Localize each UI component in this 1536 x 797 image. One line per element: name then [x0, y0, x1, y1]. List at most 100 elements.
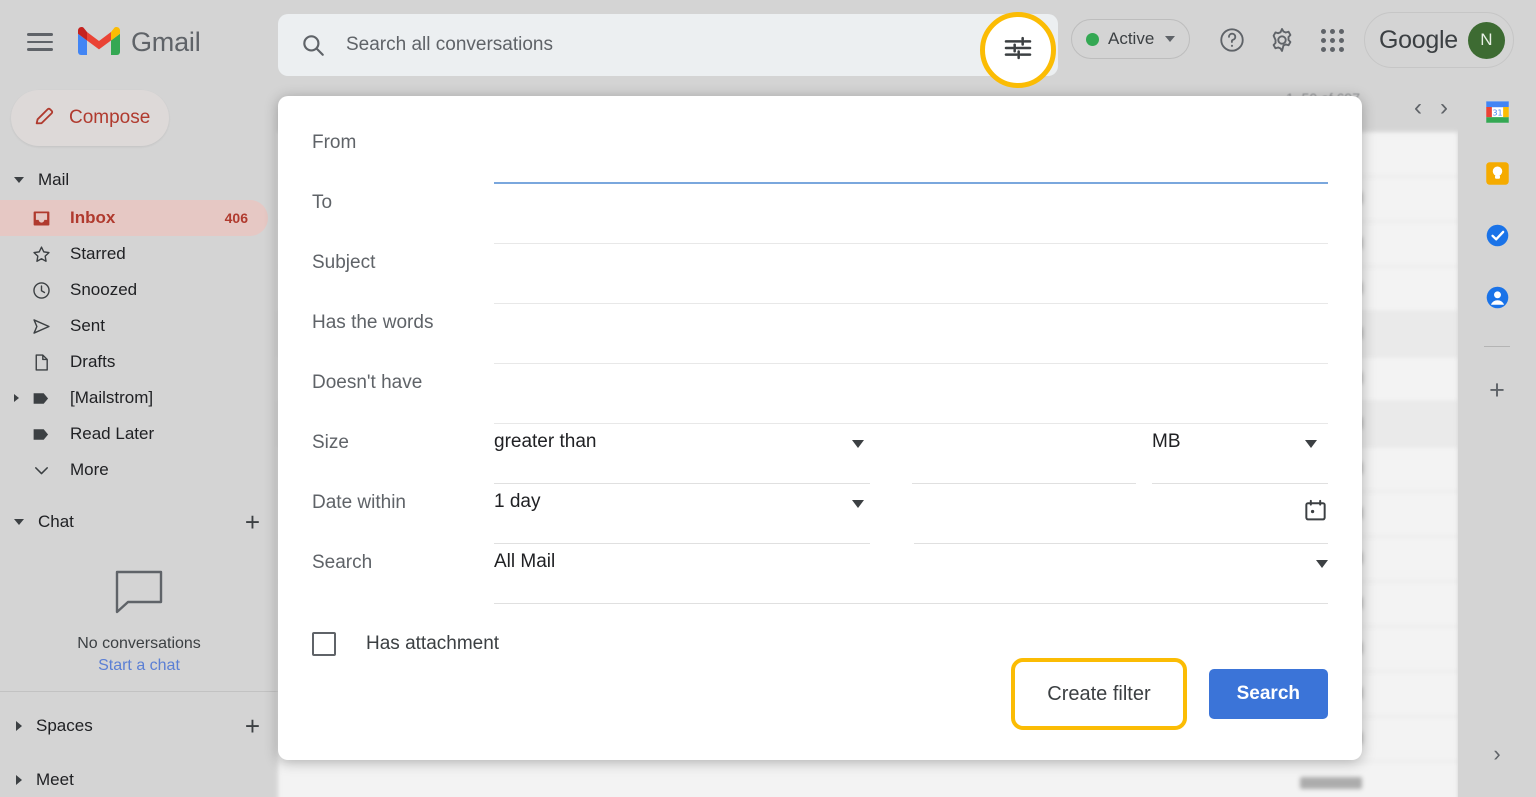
- field-row-doesnt-have: Doesn't have: [278, 364, 1362, 424]
- has-attachment-row[interactable]: Has attachment: [278, 632, 1362, 656]
- sidebar-item-starred[interactable]: Starred: [0, 236, 268, 272]
- has-attachment-checkbox[interactable]: [312, 632, 336, 656]
- compose-label: Compose: [69, 107, 150, 129]
- status-label: Active: [1108, 29, 1154, 49]
- sidebar-item-mailstrom[interactable]: [Mailstrom]: [0, 380, 268, 416]
- sidebar-divider: [0, 691, 278, 692]
- create-filter-button[interactable]: Create filter: [1019, 666, 1178, 722]
- chat-empty-title: No conversations: [0, 635, 278, 653]
- pencil-icon: [11, 105, 55, 132]
- search-scope-select[interactable]: All Mail: [494, 544, 555, 573]
- right-rail: 31 + ›: [1458, 84, 1536, 797]
- google-account-pill[interactable]: Google N: [1364, 12, 1514, 68]
- help-circle-icon[interactable]: [1214, 22, 1250, 58]
- hamburger-icon[interactable]: [16, 18, 64, 66]
- field-label-size: Size: [278, 424, 460, 454]
- caret-right-icon: [16, 775, 22, 785]
- sidebar-section-meet-label: Meet: [36, 770, 74, 790]
- search-options-dialog: From To Subject Has the words Doesn': [278, 96, 1362, 760]
- expand-panel-chevron-right-icon[interactable]: ›: [1493, 741, 1500, 767]
- avatar[interactable]: N: [1468, 22, 1505, 59]
- sidebar-section-meet[interactable]: Meet: [0, 760, 278, 797]
- calendar-icon[interactable]: [1303, 498, 1328, 528]
- add-app-plus-icon[interactable]: +: [1489, 377, 1505, 404]
- field-row-search-scope: Search All Mail: [278, 544, 1362, 604]
- field-row-subject: Subject: [278, 244, 1362, 304]
- field-label-search: Search: [278, 544, 460, 574]
- sidebar-item-sent[interactable]: Sent: [0, 308, 268, 344]
- apps-grid-dots: [1321, 29, 1344, 52]
- status-dot-icon: [1086, 33, 1099, 46]
- star-icon: [30, 243, 52, 265]
- sidebar-item-drafts[interactable]: Drafts: [0, 344, 268, 380]
- sidebar-item-snoozed[interactable]: Snoozed: [0, 272, 268, 308]
- chevron-left-icon[interactable]: ‹: [1414, 94, 1422, 122]
- caret-right-icon[interactable]: [14, 394, 19, 402]
- field-row-size: Size greater than MB: [278, 424, 1362, 484]
- field-label-has-the-words: Has the words: [278, 304, 460, 334]
- caret-down-icon[interactable]: [1316, 560, 1328, 568]
- search-bar[interactable]: Search all conversations: [278, 14, 1058, 76]
- sidebar-item-label: [Mailstrom]: [70, 388, 153, 408]
- sidebar-item-label: Drafts: [70, 352, 115, 372]
- clock-icon: [30, 279, 52, 301]
- send-icon: [30, 315, 52, 337]
- sidebar-item-label: More: [70, 460, 109, 480]
- sidebar-section-mail[interactable]: Mail: [0, 160, 278, 200]
- google-tasks-icon[interactable]: [1484, 222, 1511, 254]
- gear-icon[interactable]: [1264, 22, 1300, 58]
- gmail-logo[interactable]: Gmail: [78, 26, 201, 58]
- compose-button[interactable]: Compose: [11, 90, 169, 146]
- chevron-down-icon: [1165, 36, 1175, 42]
- table-row[interactable]: [278, 762, 1458, 797]
- field-label-subject: Subject: [278, 244, 460, 274]
- apps-grid-icon[interactable]: [1314, 22, 1350, 58]
- left-sidebar: Compose Mail Inbox 406 Starred: [0, 84, 278, 797]
- start-a-chat-link[interactable]: Start a chat: [0, 657, 278, 675]
- add-space-plus-icon[interactable]: +: [245, 713, 260, 739]
- top-bar: Gmail Search all conversations Active: [0, 0, 1536, 84]
- chat-bubble-icon: [0, 568, 278, 621]
- field-label-doesnt-have: Doesn't have: [278, 364, 460, 394]
- rail-divider: [1484, 346, 1510, 347]
- gmail-window: Gmail Search all conversations Active: [0, 0, 1536, 797]
- search-button[interactable]: Search: [1209, 669, 1328, 719]
- field-row-has-the-words: Has the words: [278, 304, 1362, 364]
- gmail-logo-icon: [78, 26, 120, 58]
- sidebar-item-label: Sent: [70, 316, 105, 336]
- create-filter-highlight: Create filter: [1011, 658, 1186, 730]
- search-input[interactable]: Search all conversations: [346, 34, 553, 56]
- sidebar-item-inbox[interactable]: Inbox 406: [0, 200, 268, 236]
- tune-filter-button[interactable]: [980, 12, 1056, 88]
- sidebar-item-more[interactable]: More: [0, 452, 268, 488]
- product-name: Gmail: [131, 27, 201, 58]
- search-icon: [300, 32, 326, 58]
- chevron-down-icon: [30, 459, 52, 481]
- date-range-select[interactable]: 1 day: [494, 484, 540, 513]
- chevron-right-icon[interactable]: ›: [1440, 94, 1448, 122]
- size-operator-select[interactable]: greater than: [494, 424, 596, 453]
- field-label-date-within: Date within: [278, 484, 460, 514]
- add-chat-plus-icon[interactable]: +: [245, 509, 260, 535]
- size-unit-select[interactable]: MB: [1152, 424, 1181, 453]
- dialog-actions: Create filter Search: [1011, 658, 1328, 730]
- field-row-date-within: Date within 1 day: [278, 484, 1362, 544]
- field-row-to: To: [278, 184, 1362, 244]
- draft-file-icon: [30, 351, 52, 373]
- sidebar-section-spaces-label: Spaces: [36, 716, 93, 736]
- caret-down-icon: [14, 519, 24, 525]
- status-chip[interactable]: Active: [1071, 19, 1190, 59]
- search-scope-underline: [494, 603, 1328, 604]
- sidebar-item-read-later[interactable]: Read Later: [0, 416, 268, 452]
- caret-down-icon[interactable]: [852, 440, 864, 448]
- sidebar-section-spaces[interactable]: Spaces +: [0, 706, 278, 746]
- caret-right-icon: [16, 721, 22, 731]
- caret-down-icon[interactable]: [1305, 440, 1317, 448]
- caret-down-icon[interactable]: [852, 500, 864, 508]
- row-date: [1300, 777, 1362, 789]
- google-contacts-icon[interactable]: [1484, 284, 1511, 316]
- sidebar-section-chat-label: Chat: [38, 512, 74, 532]
- google-calendar-icon[interactable]: 31: [1484, 98, 1511, 130]
- google-keep-icon[interactable]: [1484, 160, 1511, 192]
- sidebar-section-chat[interactable]: Chat +: [0, 502, 278, 542]
